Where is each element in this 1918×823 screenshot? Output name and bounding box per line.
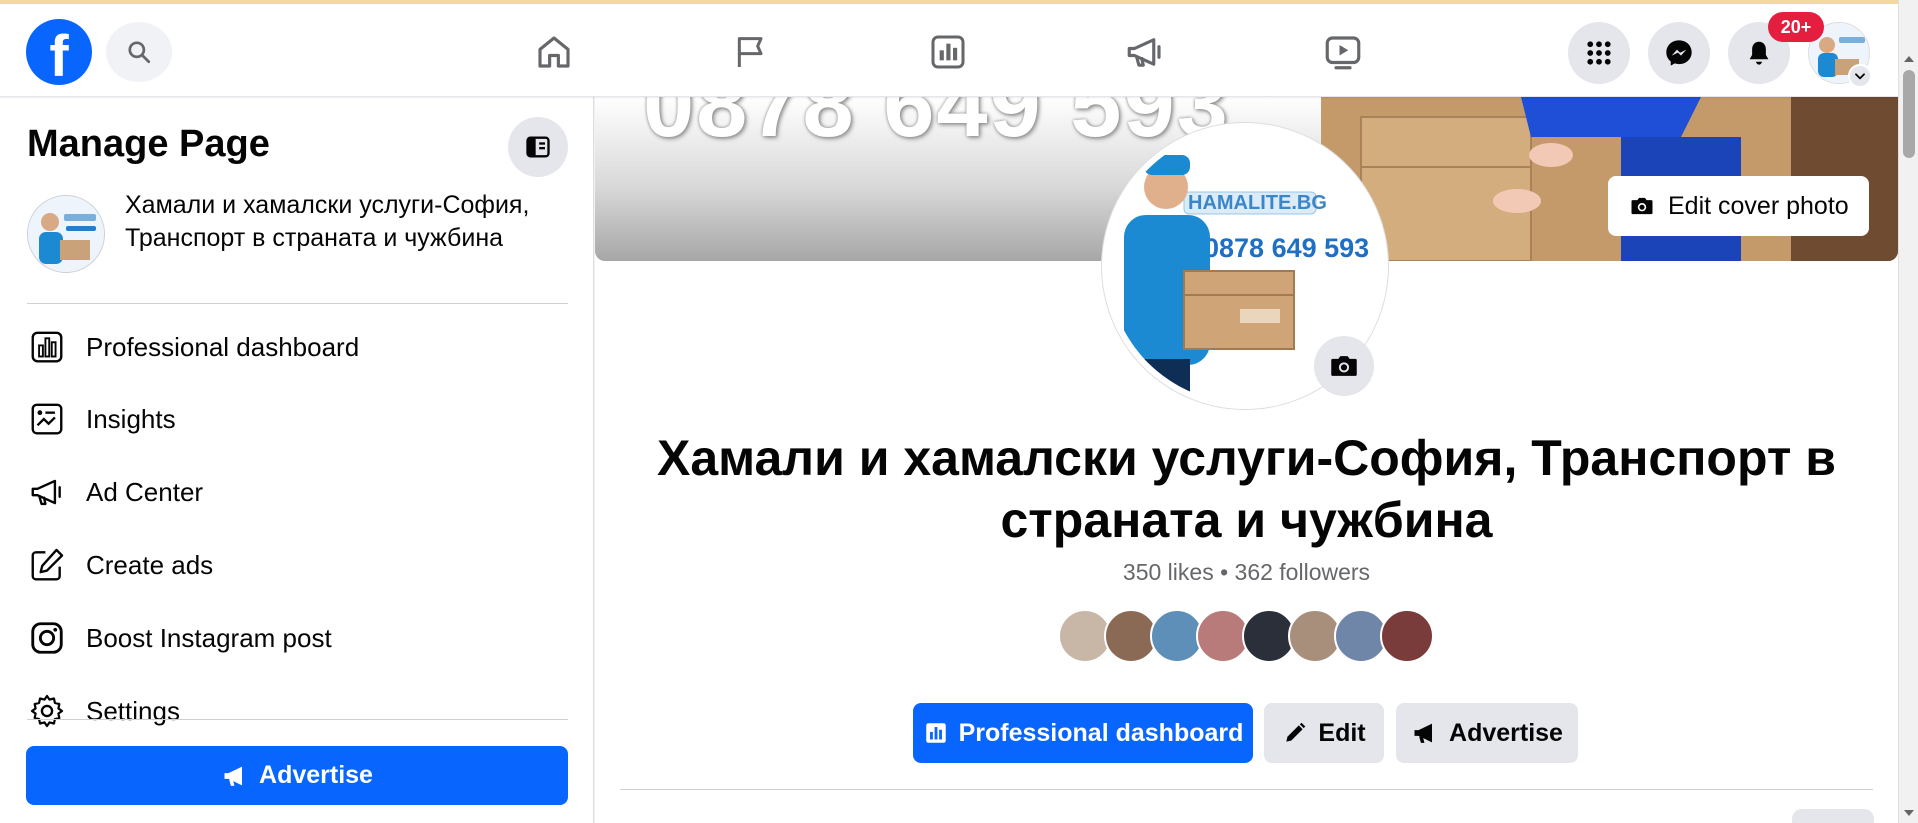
dashboard-chart-icon	[931, 35, 965, 69]
insights-icon	[27, 399, 67, 439]
sidebar-toggle-icon	[526, 136, 550, 158]
scroll-down-arrow-icon[interactable]	[1904, 810, 1914, 816]
menu-button[interactable]	[1568, 22, 1630, 84]
edit-cover-photo-button[interactable]: Edit cover photo	[1608, 176, 1869, 236]
camera-icon	[1631, 197, 1653, 215]
page-scrollbar[interactable]	[1898, 0, 1918, 823]
pencil-icon	[1286, 722, 1306, 742]
page-avatar-image	[28, 196, 104, 272]
account-menu-chevron[interactable]	[1848, 64, 1872, 88]
gear-icon	[27, 691, 67, 731]
nav-ad-center-button[interactable]	[1115, 24, 1175, 80]
cover-phone-text: 0878 649 593	[643, 97, 1230, 156]
sidebar-item-label: Ad Center	[86, 476, 204, 507]
collapse-sidebar-button[interactable]	[508, 117, 568, 177]
sidebar-item-label: Insights	[86, 403, 176, 434]
page-main-content: 0878 649 593 Edit cover photo HAMALITE.B…	[595, 97, 1898, 823]
nav-pages-button[interactable]	[721, 24, 781, 80]
sidebar-item-ad-center[interactable]: Ad Center	[27, 462, 568, 522]
scrollbar-thumb[interactable]	[1903, 70, 1915, 158]
sidebar-item-create-ads[interactable]: Create ads	[27, 535, 568, 595]
profile-brand-text: HAMALITE.BG	[1188, 192, 1327, 214]
advertise-label: Advertise	[1449, 718, 1563, 747]
notifications-badge: 20+	[1768, 12, 1824, 42]
more-options-button[interactable]	[1792, 809, 1874, 823]
megaphone-icon	[1414, 723, 1433, 743]
edit-page-label: Edit	[1318, 718, 1366, 747]
chevron-down-icon	[1855, 73, 1865, 80]
professional-dashboard-label: Professional dashboard	[958, 718, 1244, 747]
search-button[interactable]	[106, 22, 172, 82]
dashboard-chart-icon	[27, 327, 67, 367]
update-profile-picture-button[interactable]	[1314, 336, 1374, 396]
sidebar-divider	[27, 303, 568, 304]
messenger-button[interactable]	[1648, 22, 1710, 84]
profile-phone-text: 0878 649 593	[1204, 233, 1369, 263]
sidebar-page-avatar[interactable]	[27, 195, 105, 273]
megaphone-icon	[1127, 38, 1161, 67]
sidebar-item-boost-instagram[interactable]: Boost Instagram post	[27, 608, 568, 668]
camera-icon	[1331, 356, 1357, 376]
nav-home-button[interactable]	[524, 24, 584, 80]
sidebar-item-label: Create ads	[86, 549, 214, 580]
sidebar-item-settings[interactable]: Settings	[27, 681, 568, 741]
sidebar-item-label: Professional dashboard	[86, 331, 360, 362]
sidebar-menu: Professional dashboard Insights Ad Cente…	[27, 317, 568, 819]
sidebar-advertise-button[interactable]: Advertise	[26, 746, 568, 805]
edit-cover-photo-label: Edit cover photo	[1668, 191, 1849, 220]
facebook-logo-icon[interactable]: f	[26, 19, 92, 85]
main-divider	[620, 789, 1873, 790]
edit-page-button[interactable]: Edit	[1264, 703, 1384, 763]
home-icon	[538, 36, 570, 68]
flag-icon	[737, 37, 763, 67]
messenger-icon	[1666, 40, 1692, 66]
nav-video-button[interactable]	[1313, 24, 1373, 80]
manage-page-sidebar: Manage Page Хамали и хамалски услуги-Соф…	[0, 97, 594, 823]
professional-dashboard-button[interactable]: Professional dashboard	[913, 703, 1253, 763]
sidebar-item-insights[interactable]: Insights	[27, 389, 568, 449]
sidebar-bottom-divider	[27, 719, 568, 720]
bell-icon	[1749, 41, 1769, 65]
page-title: Хамали и хамалски услуги-София, Транспор…	[657, 430, 1836, 548]
follower-avatar[interactable]	[1380, 609, 1434, 663]
sidebar-item-professional-dashboard[interactable]: Professional dashboard	[27, 317, 568, 377]
instagram-icon	[27, 618, 67, 658]
top-navigation-bar: f 20+	[0, 4, 1898, 97]
sidebar-page-name[interactable]: Хамали и хамалски услуги-София, Транспор…	[125, 189, 565, 255]
sidebar-item-label: Boost Instagram post	[86, 622, 332, 653]
scroll-up-arrow-icon[interactable]	[1904, 56, 1914, 62]
menu-grid-icon	[1587, 41, 1611, 65]
sidebar-advertise-label: Advertise	[259, 761, 373, 789]
edit-icon	[27, 545, 67, 585]
advertise-button[interactable]: Advertise	[1396, 703, 1578, 763]
sidebar-title: Manage Page	[27, 123, 270, 165]
sidebar-item-label: Settings	[86, 695, 180, 726]
video-icon	[1325, 36, 1361, 70]
megaphone-icon	[27, 472, 67, 512]
page-likes-followers[interactable]: 350 likes • 362 followers	[595, 559, 1898, 586]
search-icon	[128, 41, 151, 64]
nav-dashboard-button[interactable]	[918, 24, 978, 80]
megaphone-icon	[224, 766, 243, 786]
dashboard-chart-icon	[925, 723, 946, 743]
